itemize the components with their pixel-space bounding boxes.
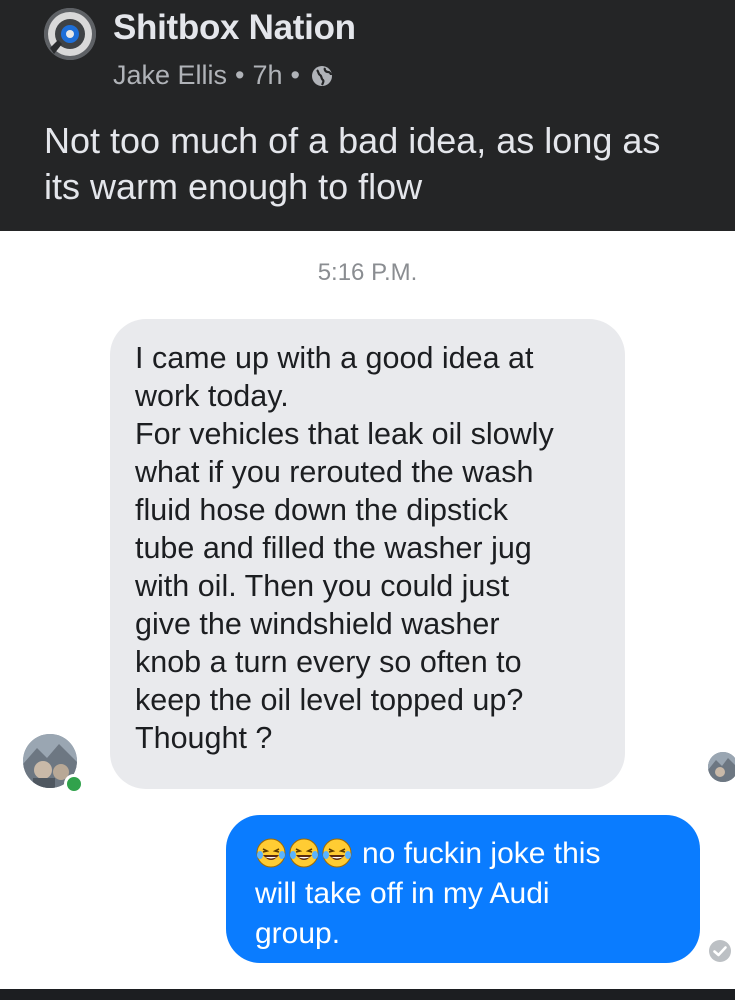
post-text: Not too much of a bad idea, as long as i… [44, 118, 724, 210]
message-line: no fuckin joke this [255, 834, 680, 874]
group-name[interactable]: Shitbox Nation [113, 8, 356, 48]
online-status-dot [64, 774, 84, 794]
laughing-crying-emoji-icon [322, 838, 352, 868]
message-line: fluid hose down the dipstick [135, 493, 508, 527]
message-line: give the windshield washer [135, 607, 500, 641]
message-line: work today. [135, 379, 289, 413]
message-text: no fuckin joke this [362, 837, 601, 870]
avatar-photo-icon [708, 752, 735, 782]
facebook-post: Shitbox Nation Jake Ellis • 7h • Not too… [0, 0, 735, 231]
delivered-check-icon [709, 940, 731, 962]
message-line: keep the oil level topped up? [135, 683, 524, 717]
post-time[interactable]: 7h [253, 60, 283, 91]
message-line: will take off in my Audi [255, 877, 550, 910]
group-avatar[interactable] [44, 8, 96, 60]
message-timestamp: 5:16 P.M. [317, 259, 418, 286]
meta-separator: • [235, 60, 245, 90]
message-line: For vehicles that leak oil slowly [135, 417, 554, 451]
laughing-crying-emoji-icon [256, 838, 286, 868]
emoji-group [255, 837, 354, 869]
messenger-screenshot: 5:16 P.M. I came up with a good idea at … [0, 231, 735, 989]
post-text-line: Not too much of a bad idea, as long as [44, 120, 661, 161]
message-line: with oil. Then you could just [135, 569, 510, 603]
laughing-crying-emoji-icon [289, 838, 319, 868]
message-line: what if you rerouted the wash [135, 455, 534, 489]
globe-icon [312, 65, 333, 86]
message-line: tube and filled the washer jug [135, 531, 532, 565]
author-name[interactable]: Jake Ellis [113, 60, 227, 91]
outgoing-message-bubble[interactable]: no fuckin joke this will take off in my … [226, 815, 700, 963]
seen-by-avatar [708, 752, 735, 782]
post-meta: Jake Ellis • 7h • [113, 60, 334, 91]
message-line: Thought ? [135, 721, 273, 755]
post-text-line: its warm enough to flow [44, 166, 423, 207]
message-line: group. [255, 917, 341, 950]
incoming-message-bubble[interactable]: I came up with a good idea at work today… [110, 319, 625, 789]
meta-separator: • [290, 60, 300, 90]
bottom-divider [0, 989, 735, 1000]
message-line: knob a turn every so often to [135, 645, 522, 679]
group-logo-icon [44, 8, 96, 60]
message-line: I came up with a good idea at [135, 341, 534, 375]
